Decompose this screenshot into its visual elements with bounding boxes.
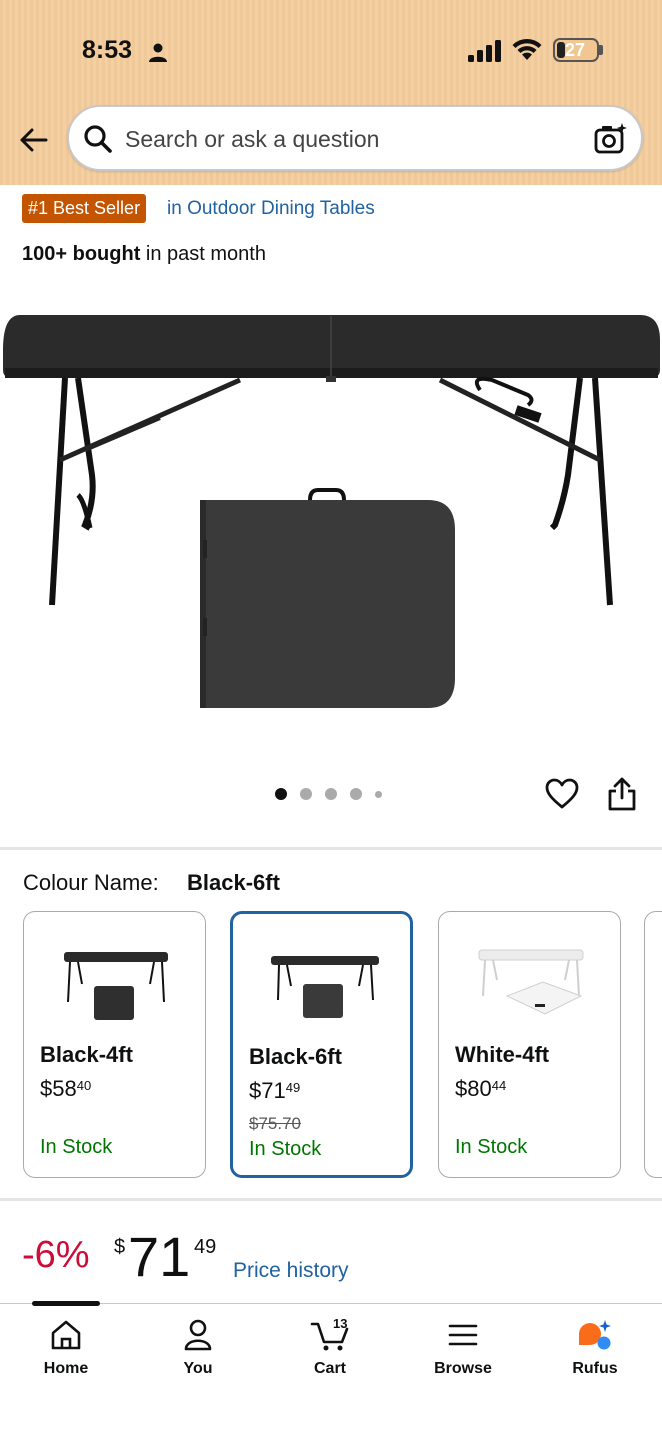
bought-count: 100+ bought in past month (22, 243, 266, 266)
tab-cart[interactable]: 13 Cart (275, 1316, 385, 1388)
pagination-dot-active[interactable] (275, 788, 287, 800)
tab-you[interactable]: You (143, 1318, 253, 1388)
variant-name: Black-4ft (40, 1042, 133, 1067)
price-history-link[interactable]: Price history (233, 1259, 349, 1283)
status-time: 8:53 (82, 36, 133, 64)
variant-stock: In Stock (249, 1138, 322, 1160)
camera-lens-icon[interactable] (593, 121, 629, 157)
price-whole: 71 (128, 1225, 191, 1288)
rufus-icon (579, 1320, 611, 1350)
bestseller-category-link[interactable]: in Outdoor Dining Tables (167, 198, 375, 220)
menu-icon (448, 1324, 478, 1346)
cart-count-badge: 13 (333, 1316, 348, 1331)
bought-rest: in past month (140, 243, 266, 265)
pagination-dot-more (375, 791, 382, 798)
share-icon[interactable] (607, 776, 637, 812)
heart-icon[interactable] (545, 778, 579, 810)
signal-icon (468, 40, 501, 62)
price-currency: $ (114, 1236, 126, 1258)
variant-thumbnail (478, 949, 584, 1015)
variant-black-6ft[interactable]: Black-6ft $7149 $75.70 In Stock (230, 911, 413, 1178)
tab-browse[interactable]: Browse (408, 1318, 518, 1388)
price-cents: 49 (194, 1236, 217, 1258)
pagination-dot[interactable] (300, 788, 312, 800)
home-icon (51, 1320, 81, 1350)
search-input[interactable] (125, 121, 545, 157)
section-divider (0, 1198, 662, 1201)
tab-label: Browse (434, 1360, 492, 1377)
search-bar[interactable] (67, 105, 643, 171)
tab-rufus[interactable]: Rufus (540, 1318, 650, 1388)
pagination-dot[interactable] (325, 788, 337, 800)
tab-active-indicator (32, 1301, 100, 1306)
colour-label: Colour Name: (23, 870, 159, 895)
tab-home[interactable]: Home (11, 1318, 121, 1388)
bottom-tab-bar: Home You 13 Cart Browse Rufus (0, 1303, 662, 1440)
variant-next-partial[interactable] (644, 911, 662, 1178)
variant-white-4ft[interactable]: White-4ft $8044 In Stock (438, 911, 621, 1178)
variant-price: $5840 (40, 1076, 92, 1101)
tab-label: You (183, 1360, 213, 1377)
discount-percent: -6% (22, 1234, 90, 1276)
tab-label: Home (43, 1360, 89, 1377)
variant-name: White-4ft (455, 1042, 550, 1067)
person-icon (184, 1319, 212, 1351)
variant-price: $8044 (455, 1076, 507, 1101)
variant-thumbnail (271, 956, 379, 1018)
back-arrow-icon[interactable] (14, 120, 54, 160)
section-divider (0, 847, 662, 850)
tab-label: Cart (313, 1360, 346, 1377)
product-image[interactable] (0, 300, 662, 730)
variant-stock: In Stock (455, 1136, 528, 1158)
variant-stock: In Stock (40, 1136, 113, 1158)
variant-price: $7149 (249, 1078, 301, 1103)
bestseller-badge[interactable]: #1 Best Seller (22, 194, 147, 223)
variant-name: Black-6ft (249, 1044, 342, 1069)
bought-bold: 100+ bought (22, 243, 141, 265)
status-bar: 8:53 27 (0, 30, 662, 70)
search-icon (84, 125, 112, 153)
person-status-icon (149, 43, 167, 62)
variant-black-4ft[interactable]: Black-4ft $5840 In Stock (23, 911, 206, 1178)
app-header: 8:53 27 (0, 0, 662, 185)
variant-was-price: $75.70 (249, 1114, 301, 1133)
variant-thumbnail (64, 952, 168, 1020)
colour-value: Black-6ft (187, 870, 280, 895)
wifi-icon (512, 38, 542, 60)
battery-indicator: 27 (553, 38, 599, 62)
pagination-dot[interactable] (350, 788, 362, 800)
tab-label: Rufus (572, 1360, 618, 1377)
battery-level: 27 (565, 40, 586, 60)
